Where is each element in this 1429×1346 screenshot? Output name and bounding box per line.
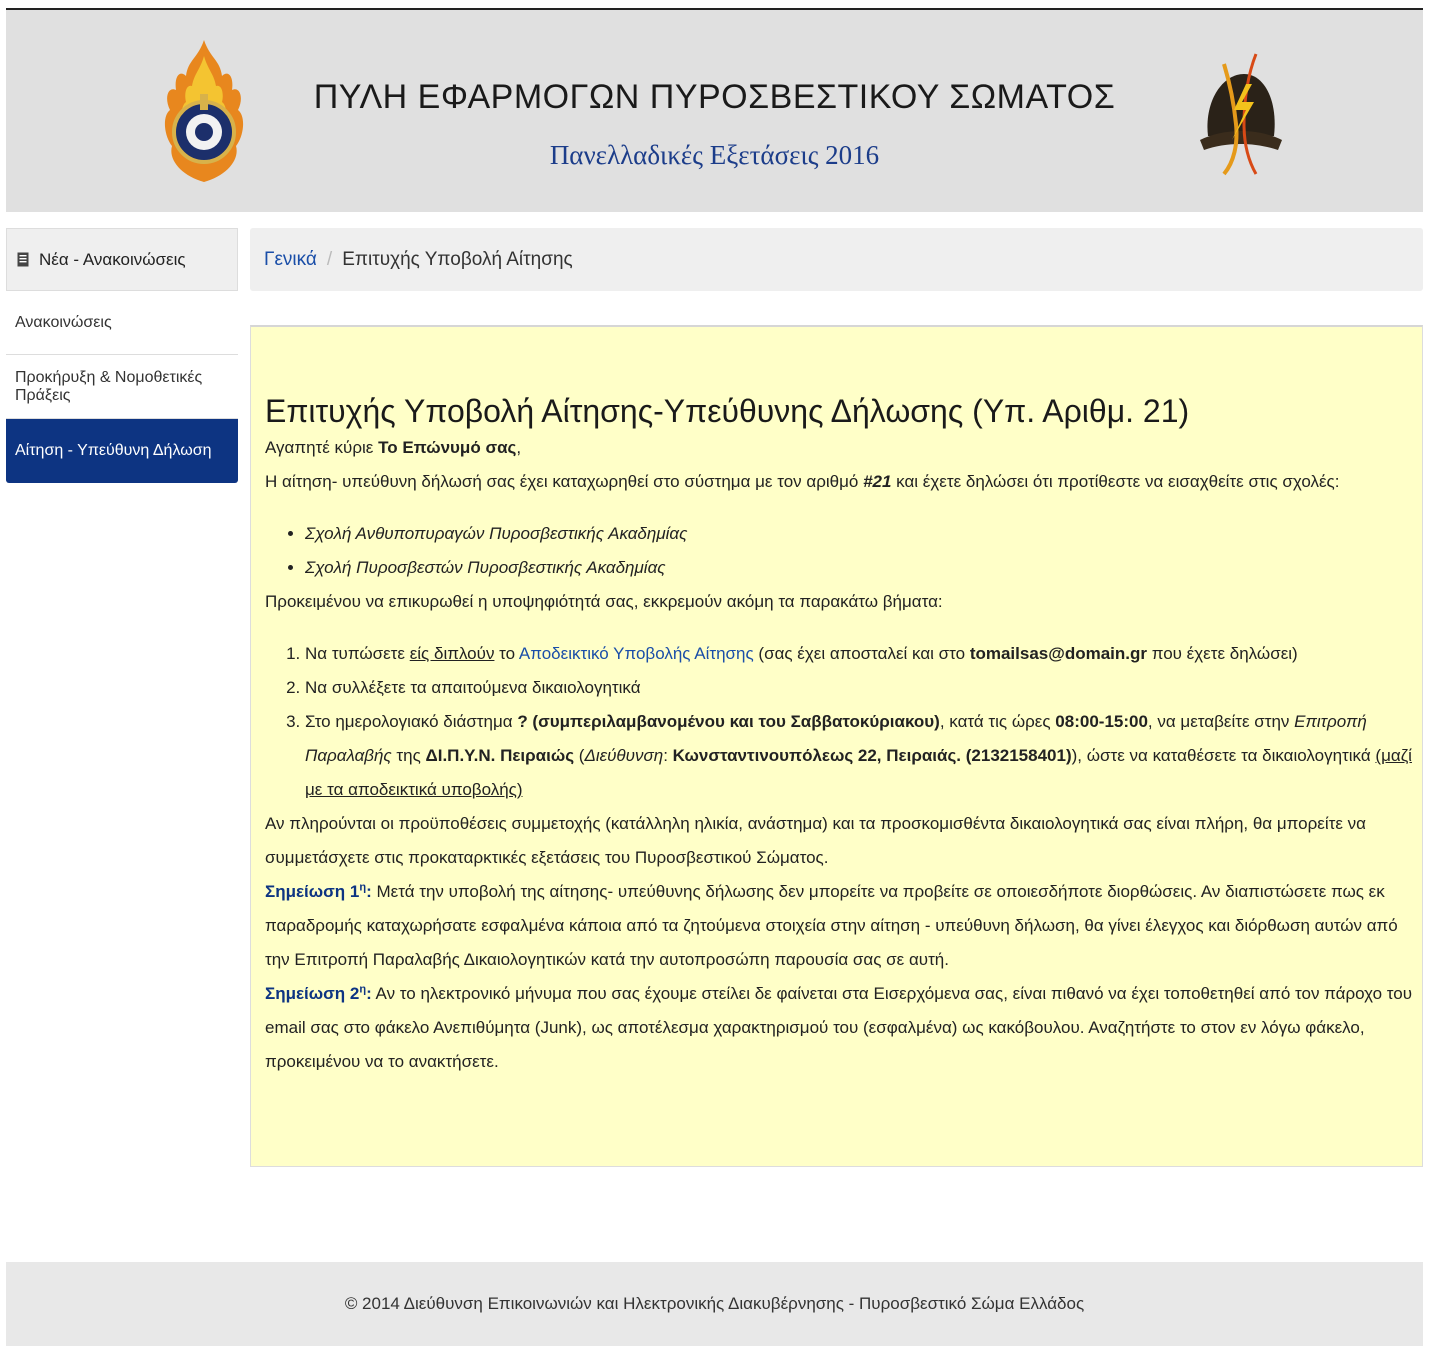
steps-list: Να τυπώσετε είς διπλούν το Αποδεικτικό Υ… <box>305 637 1414 807</box>
footer-copyright: © 2014 Διεύθυνση Επικοινωνιών και Ηλεκτρ… <box>344 1294 1085 1313</box>
step-3-office: ΔΙ.Π.Υ.Ν. Πειραιώς <box>425 746 575 765</box>
greeting-prefix: Αγαπητέ κύριε <box>265 438 379 457</box>
step-3-paren-close: ), ώστε να καταθέσετε τα δικαιολογητικά <box>1071 746 1376 765</box>
step-3-mid3: της <box>391 746 426 765</box>
page-header: ΠΥΛΗ ΕΦΑΡΜΟΓΩΝ ΠΥΡΟΣΒΕΣΤΙΚΟΥ ΣΩΜΑΤΟΣ Παν… <box>6 8 1423 212</box>
breadcrumb: Γενικά / Επιτυχής Υποβολή Αίτησης <box>250 228 1423 291</box>
step-3-paren-open: ( <box>574 746 585 765</box>
step-1-email: tomailsas@domain.gr <box>969 644 1147 663</box>
step-3-colon: : <box>663 746 673 765</box>
note-1-text: Μετά την υποβολή της αίτησης- υπεύθυνης … <box>265 882 1398 969</box>
step-3-address: Κωνσταντινουπόλεως 22, Πειραιάς. (213215… <box>672 746 1072 765</box>
breadcrumb-separator: / <box>326 248 333 270</box>
sidebar-item-application[interactable]: Αίτηση - Υπεύθυνη Δήλωση <box>6 419 238 483</box>
step-1-mid: το <box>494 644 519 663</box>
sidebar-item-proclamation[interactable]: Προκήρυξη & Νομοθετικές Πράξεις <box>6 355 238 419</box>
registration-prefix: Η αίτηση- υπεύθυνη δήλωσή σας έχει καταχ… <box>265 472 864 491</box>
sidebar-item-label: Ανακοινώσεις <box>15 313 112 331</box>
sidebar-item-announcements[interactable]: Ανακοινώσεις <box>6 291 238 355</box>
greeting: Αγαπητέ κύριε Το Επώνυμό σας, <box>265 431 1414 465</box>
sidebar: Νέα - Ανακοινώσεις Ανακοινώσεις Προκήρυξ… <box>6 228 238 483</box>
note-2-label-text: Σημείωση 2 <box>265 984 360 1003</box>
step-3-hours: 08:00-15:00 <box>1055 712 1148 731</box>
list-item: Σχολή Πυροσβεστών Πυροσβεστικής Ακαδημία… <box>305 551 1414 585</box>
greeting-name: Το Επώνυμό σας <box>378 438 517 457</box>
firefighter-helmet-icon <box>1200 53 1282 176</box>
breadcrumb-current: Επιτυχής Υποβολή Αίτησης <box>342 248 573 270</box>
registration-suffix: και έχετε δηλώσει ότι προτίθεστε να εισα… <box>891 472 1340 491</box>
step-3: Στο ημερολογιακό διάστημα ? (συμπεριλαμβ… <box>305 705 1414 807</box>
note-2-label: Σημείωση 2η: <box>265 984 372 1003</box>
step-1-underlined: είς διπλούν <box>409 644 495 663</box>
note-2-text: Αν το ηλεκτρονικό μήνυμα που σας έχουμε … <box>265 984 1413 1071</box>
registration-number: #21 <box>863 472 892 491</box>
sidebar-header-news[interactable]: Νέα - Ανακοινώσεις <box>6 228 238 291</box>
note-2: Σημείωση 2η: Αν το ηλεκτρονικό μήνυμα πο… <box>265 977 1414 1079</box>
schools-list: Σχολή Ανθυποπυραγών Πυροσβεστικής Ακαδημ… <box>305 517 1414 585</box>
step-3-mid2: , να μεταβείτε στην <box>1147 712 1295 731</box>
step-2: Να συλλέξετε τα απαιτούμενα δικαιολογητι… <box>305 671 1414 705</box>
page-footer: © 2014 Διεύθυνση Επικοινωνιών και Ηλεκτρ… <box>6 1262 1423 1346</box>
step-1-after-link: (σας έχει αποσταλεί και στο <box>753 644 970 663</box>
step-1-suffix: που έχετε δηλώσει) <box>1146 644 1298 663</box>
step-3-prefix: Στο ημερολογιακό διάστημα <box>305 712 518 731</box>
step-1: Να τυπώσετε είς διπλούν το Αποδεικτικό Υ… <box>305 637 1414 671</box>
note-1-label-text: Σημείωση 1 <box>265 882 360 901</box>
sidebar-item-label: Προκήρυξη & Νομοθετικές Πράξεις <box>15 368 203 404</box>
sidebar-item-label: Αίτηση - Υπεύθυνη Δήλωση <box>15 442 212 459</box>
document-icon <box>17 252 29 267</box>
note-1-label: Σημείωση 1η: <box>265 882 372 901</box>
breadcrumb-home-link[interactable]: Γενικά <box>264 249 317 271</box>
sidebar-header-label: Νέα - Ανακοινώσεις <box>39 249 186 269</box>
greeting-suffix: , <box>516 438 522 457</box>
note-1: Σημείωση 1η: Μετά την υποβολή της αίτηση… <box>265 875 1414 977</box>
pending-steps-text: Προκειμένου να επικυρωθεί η υποψηφιότητά… <box>265 592 943 611</box>
receipt-link[interactable]: Αποδεικτικό Υποβολής Αίτησης <box>519 644 754 663</box>
step-3-address-label: Διεύθυνση <box>584 746 664 765</box>
step-3-mid1: , κατά τις ώρες <box>939 712 1056 731</box>
page-title: Επιτυχής Υποβολή Αίτησης-Υπεύθυνης Δήλωσ… <box>265 393 1190 429</box>
conditions-text: Αν πληρούνται οι προϋποθέσεις συμμετοχής… <box>265 814 1366 867</box>
step-1-prefix: Να τυπώσετε <box>305 644 410 663</box>
step-3-period: ? (συμπεριλαμβανομένου και του Σαββατοκύ… <box>517 712 940 731</box>
list-item: Σχολή Ανθυποπυραγών Πυροσβεστικής Ακαδημ… <box>305 517 1414 551</box>
confirmation-panel: Επιτυχής Υποβολή Αίτησης-Υπεύθυνης Δήλωσ… <box>250 325 1423 1167</box>
registration-text: Η αίτηση- υπεύθυνη δήλωσή σας έχει καταχ… <box>265 465 1414 499</box>
